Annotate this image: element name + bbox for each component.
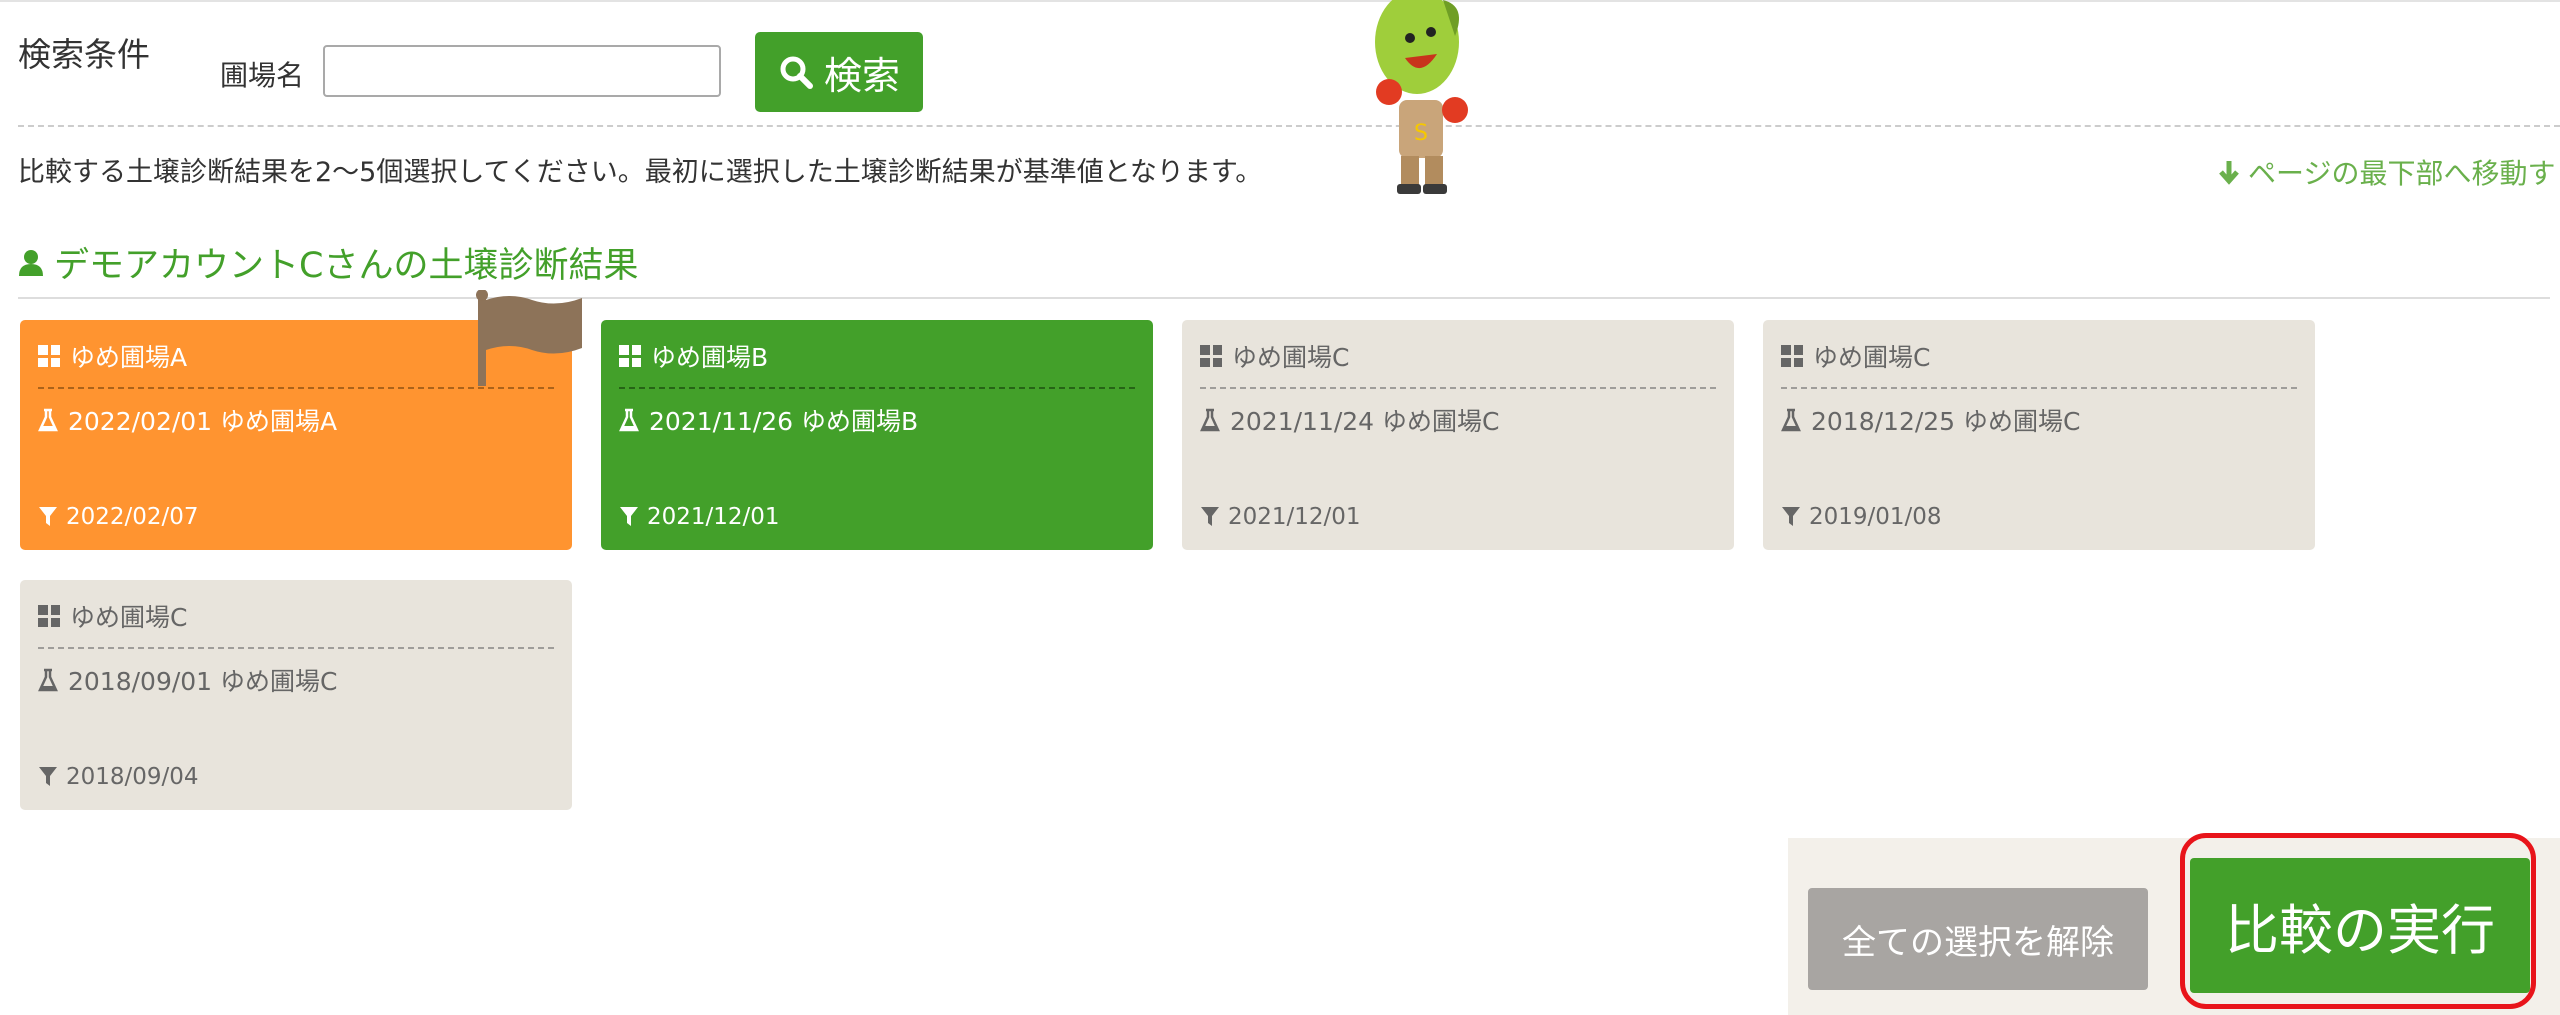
owner-heading: デモアカウントCさんの土壌診断結果 bbox=[18, 237, 638, 288]
clear-selection-button[interactable]: 全ての選択を解除 bbox=[1808, 888, 2148, 990]
card-field-row: ゆめ圃場C bbox=[1200, 338, 1349, 374]
card-divider bbox=[1200, 387, 1716, 389]
jump-to-bottom-link[interactable]: ページの最下部へ移動す bbox=[2218, 152, 2555, 192]
search-icon bbox=[780, 56, 813, 89]
card-date-row: 2018/09/04 bbox=[38, 764, 199, 790]
card-divider bbox=[619, 387, 1135, 389]
flask-icon bbox=[38, 408, 58, 432]
filter-icon bbox=[620, 507, 638, 526]
card-date-text: 2021/12/01 bbox=[647, 504, 780, 530]
card-field-name: ゆめ圃場A bbox=[70, 343, 188, 372]
card-diagnosis-row: 2022/02/01 ゆめ圃場A bbox=[38, 402, 337, 438]
card-field-row: ゆめ圃場A bbox=[38, 338, 187, 374]
grid-icon bbox=[619, 345, 641, 367]
card-date-row: 2021/12/01 bbox=[619, 504, 780, 530]
card-field-row: ゆめ圃場B bbox=[619, 338, 768, 374]
field-name-input[interactable] bbox=[323, 45, 721, 97]
card-diagnosis-text: 2021/11/24 ゆめ圃場C bbox=[1230, 407, 1500, 436]
result-card[interactable]: ゆめ圃場C 2018/09/01 ゆめ圃場C 2018/09/04 bbox=[20, 580, 572, 810]
svg-text:S: S bbox=[1414, 121, 1428, 146]
filter-icon bbox=[39, 767, 57, 786]
card-diagnosis-row: 2018/12/25 ゆめ圃場C bbox=[1781, 402, 2081, 438]
owner-heading-text: デモアカウントCさんの土壌診断結果 bbox=[54, 246, 639, 286]
card-diagnosis-row: 2018/09/01 ゆめ圃場C bbox=[38, 662, 338, 698]
user-icon bbox=[19, 249, 43, 276]
grid-icon bbox=[38, 605, 60, 627]
card-field-row: ゆめ圃場C bbox=[1781, 338, 1930, 374]
field-name-label: 圃場名 bbox=[220, 59, 305, 92]
card-diagnosis-row: 2021/11/24 ゆめ圃場C bbox=[1200, 402, 1500, 438]
card-date-text: 2018/09/04 bbox=[66, 764, 199, 790]
card-date-text: 2021/12/01 bbox=[1228, 504, 1361, 530]
card-date-row: 2021/12/01 bbox=[1200, 504, 1361, 530]
card-diagnosis-row: 2021/11/26 ゆめ圃場B bbox=[619, 402, 918, 438]
grid-icon bbox=[1200, 345, 1222, 367]
flag-icon bbox=[476, 290, 582, 386]
flask-icon bbox=[1200, 408, 1220, 432]
card-diagnosis-text: 2021/11/26 ゆめ圃場B bbox=[649, 407, 919, 436]
flask-icon bbox=[38, 668, 58, 692]
search-conditions-heading: 検索条件 bbox=[18, 35, 150, 74]
card-diagnosis-text: 2022/02/01 ゆめ圃場A bbox=[68, 407, 338, 436]
highlight-frame bbox=[2180, 833, 2536, 1009]
card-field-name: ゆめ圃場C bbox=[1813, 343, 1931, 372]
search-button[interactable]: 検索 bbox=[755, 32, 923, 112]
filter-icon bbox=[1201, 507, 1219, 526]
divider bbox=[18, 125, 2560, 127]
card-divider bbox=[38, 647, 554, 649]
arrow-down-icon bbox=[2219, 161, 2239, 185]
card-field-row: ゆめ圃場C bbox=[38, 598, 187, 634]
filter-icon bbox=[1782, 507, 1800, 526]
card-divider bbox=[1781, 387, 2297, 389]
owner-divider bbox=[18, 297, 2550, 299]
card-diagnosis-text: 2018/12/25 ゆめ圃場C bbox=[1811, 407, 2081, 436]
flask-icon bbox=[1781, 408, 1801, 432]
result-card[interactable]: ゆめ圃場C 2018/12/25 ゆめ圃場C 2019/01/08 bbox=[1763, 320, 2315, 550]
mascot-image: S bbox=[1375, 0, 1468, 194]
card-date-row: 2022/02/07 bbox=[38, 504, 199, 530]
filter-icon bbox=[39, 507, 57, 526]
grid-icon bbox=[38, 345, 60, 367]
card-field-name: ゆめ圃場B bbox=[651, 343, 769, 372]
search-button-label: 検索 bbox=[823, 53, 900, 98]
card-diagnosis-text: 2018/09/01 ゆめ圃場C bbox=[68, 667, 338, 696]
card-date-text: 2019/01/08 bbox=[1809, 504, 1942, 530]
card-field-name: ゆめ圃場C bbox=[70, 603, 188, 632]
result-card[interactable]: ゆめ圃場C 2021/11/24 ゆめ圃場C 2021/12/01 bbox=[1182, 320, 1734, 550]
jump-link-label: ページの最下部へ移動す bbox=[2248, 157, 2556, 190]
result-card[interactable]: ゆめ圃場B 2021/11/26 ゆめ圃場B 2021/12/01 bbox=[601, 320, 1153, 550]
card-field-name: ゆめ圃場C bbox=[1232, 343, 1350, 372]
card-date-text: 2022/02/07 bbox=[66, 504, 199, 530]
instruction-text: 比較する土壌診断結果を2〜5個選択してください。最初に選択した土壌診断結果が基準… bbox=[18, 157, 1263, 188]
card-date-row: 2019/01/08 bbox=[1781, 504, 1942, 530]
flask-icon bbox=[619, 408, 639, 432]
grid-icon bbox=[1781, 345, 1803, 367]
top-border bbox=[0, 0, 2560, 2]
